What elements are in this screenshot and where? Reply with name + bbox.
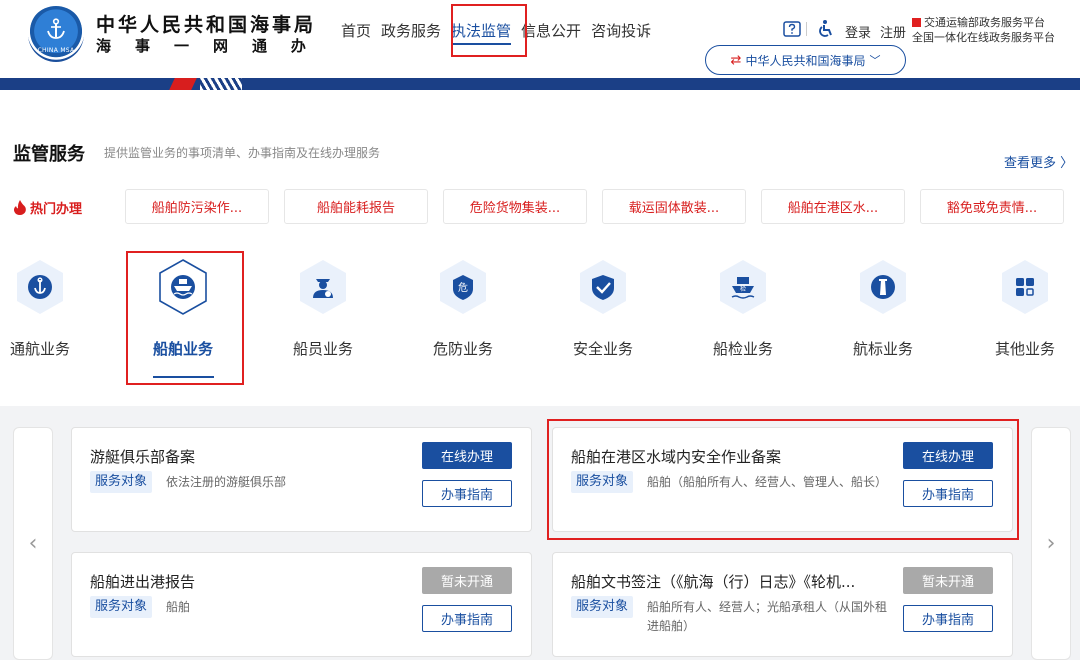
chevron-down-icon: ﹀ <box>869 54 881 67</box>
msa-emblem-logo[interactable]: CHINA MSA <box>28 6 84 62</box>
hot-item-button[interactable]: 船舶在港区水... <box>761 189 905 224</box>
service-card[interactable]: 游艇俱乐部备案 服务对象 依法注册的游艇俱乐部 在线办理 办事指南 <box>71 427 532 532</box>
service-target-text: 依法注册的游艇俱乐部 <box>166 475 287 489</box>
category-label: 船员业务 <box>292 340 353 358</box>
chevron-right-icon: › <box>1046 531 1056 556</box>
category-navigation-aids[interactable]: 航标业务 <box>828 258 938 359</box>
category-label: 安全业务 <box>572 340 633 358</box>
nav-consult-complaint[interactable]: 咨询投诉 <box>591 20 651 45</box>
anchor-icon <box>47 18 65 39</box>
svg-text:危: 危 <box>458 282 468 294</box>
org-subtitle: 海 事 一 网 通 办 <box>96 35 306 56</box>
org-switch-label: 中华人民共和国海事局 <box>745 53 866 68</box>
category-highlight-box <box>126 251 244 385</box>
hot-item-button[interactable]: 船舶防污染作... <box>125 189 269 224</box>
platform-link[interactable]: 交通运输部政务服务平台 全国一体化在线政务服务平台 <box>912 15 1055 45</box>
nav-government-services[interactable]: 政务服务 <box>381 20 441 45</box>
category-label: 通航业务 <box>9 340 70 358</box>
section-description: 提供监管业务的事项清单、办事指南及在线办理服务 <box>104 146 381 160</box>
category-safety[interactable]: 安全业务 <box>548 258 658 359</box>
ship-inspection-icon: 检 <box>720 260 766 314</box>
help-icon[interactable] <box>783 21 801 39</box>
category-label: 船检业务 <box>712 340 773 358</box>
online-apply-button[interactable]: 在线办理 <box>422 442 512 469</box>
hot-item-button[interactable]: 豁免或免责情... <box>920 189 1064 224</box>
service-target-tag: 服务对象 <box>90 596 153 618</box>
card-highlight-box <box>547 419 1019 540</box>
nav-highlight-box <box>451 4 527 57</box>
anchor-icon <box>17 260 63 314</box>
flame-icon <box>14 200 26 215</box>
service-card[interactable]: 船舶文书签注（《航海（行）日志》《轮机... 服务对象 船舶所有人、经营人；光船… <box>552 552 1013 657</box>
band-white-stripes <box>200 78 242 90</box>
platform-line-2: 全国一体化在线政务服务平台 <box>912 31 1055 44</box>
service-card-title[interactable]: 游艇俱乐部备案 <box>90 446 195 467</box>
service-target-tag: 服务对象 <box>571 596 634 618</box>
view-more-link[interactable]: 查看更多 〉 <box>1004 152 1073 171</box>
grid-icon <box>1002 260 1048 314</box>
prev-page-button[interactable]: ‹ <box>13 427 53 660</box>
switch-arrows-icon: ⇄ <box>730 52 742 68</box>
category-ship-inspection[interactable]: 检 船检业务 <box>688 258 798 359</box>
chevron-left-icon: ‹ <box>28 531 38 556</box>
category-crew[interactable]: 船员业务 <box>268 258 378 359</box>
red-square-icon <box>912 18 921 27</box>
platform-line-1: 交通运输部政务服务平台 <box>924 16 1045 29</box>
service-guide-button[interactable]: 办事指南 <box>903 605 993 632</box>
service-card-title[interactable]: 船舶进出港报告 <box>90 571 195 592</box>
hot-label-text: 热门办理 <box>30 202 83 217</box>
service-card-title[interactable]: 船舶文书签注（《航海（行）日志》《轮机... <box>571 571 855 592</box>
org-sub-char: 海 <box>96 37 112 55</box>
top-header: CHINA MSA 中华人民共和国海事局 海 事 一 网 通 办 首页 政务服务… <box>0 0 1080 78</box>
org-sub-char: 一 <box>173 37 189 55</box>
org-sub-char: 网 <box>212 37 228 55</box>
crew-icon <box>300 260 346 314</box>
login-link[interactable]: 登录 <box>845 22 871 41</box>
service-target-text: 船舶 <box>166 600 191 614</box>
hot-item-button[interactable]: 危险货物集装... <box>443 189 587 224</box>
org-title: 中华人民共和国海事局 <box>96 14 317 36</box>
category-label: 其他业务 <box>994 340 1055 358</box>
shield-check-icon <box>580 260 626 314</box>
service-guide-button[interactable]: 办事指南 <box>422 480 512 507</box>
service-target-tag: 服务对象 <box>90 471 153 493</box>
category-other[interactable]: 其他业务 <box>970 258 1080 359</box>
org-sub-char: 通 <box>251 37 267 55</box>
hazard-icon: 危 <box>440 260 486 314</box>
emblem-text: CHINA MSA <box>37 47 75 54</box>
org-sub-char: 事 <box>134 37 150 55</box>
register-link[interactable]: 注册 <box>880 22 906 41</box>
hot-item-button[interactable]: 船舶能耗报告 <box>284 189 428 224</box>
section-title: 监管服务 <box>13 144 85 165</box>
service-card[interactable]: 船舶进出港报告 服务对象 船舶 暂未开通 办事指南 <box>71 552 532 657</box>
header-divider <box>806 22 807 36</box>
header-band <box>0 78 1080 90</box>
not-available-button: 暂未开通 <box>903 567 993 594</box>
not-available-button: 暂未开通 <box>422 567 512 594</box>
nav-home[interactable]: 首页 <box>341 20 371 45</box>
hot-item-button[interactable]: 载运固体散装... <box>602 189 746 224</box>
service-guide-button[interactable]: 办事指南 <box>422 605 512 632</box>
org-switch-button[interactable]: ⇄ 中华人民共和国海事局 ﹀ <box>705 45 906 75</box>
svg-text:检: 检 <box>740 285 746 293</box>
category-navigation[interactable]: 通航业务 <box>0 258 95 359</box>
hot-label: 热门办理 <box>13 198 82 217</box>
next-page-button[interactable]: › <box>1031 427 1071 660</box>
lighthouse-icon <box>860 260 906 314</box>
service-target-text: 船舶所有人、经营人；光船承租人（从国外租进船舶） <box>647 600 888 633</box>
accessibility-icon[interactable] <box>815 19 835 39</box>
category-label: 航标业务 <box>852 340 913 358</box>
category-label: 危防业务 <box>432 340 493 358</box>
org-sub-char: 办 <box>290 37 306 55</box>
category-hazard-prevention[interactable]: 危 危防业务 <box>408 258 518 359</box>
nav-information-disclosure[interactable]: 信息公开 <box>521 20 581 45</box>
